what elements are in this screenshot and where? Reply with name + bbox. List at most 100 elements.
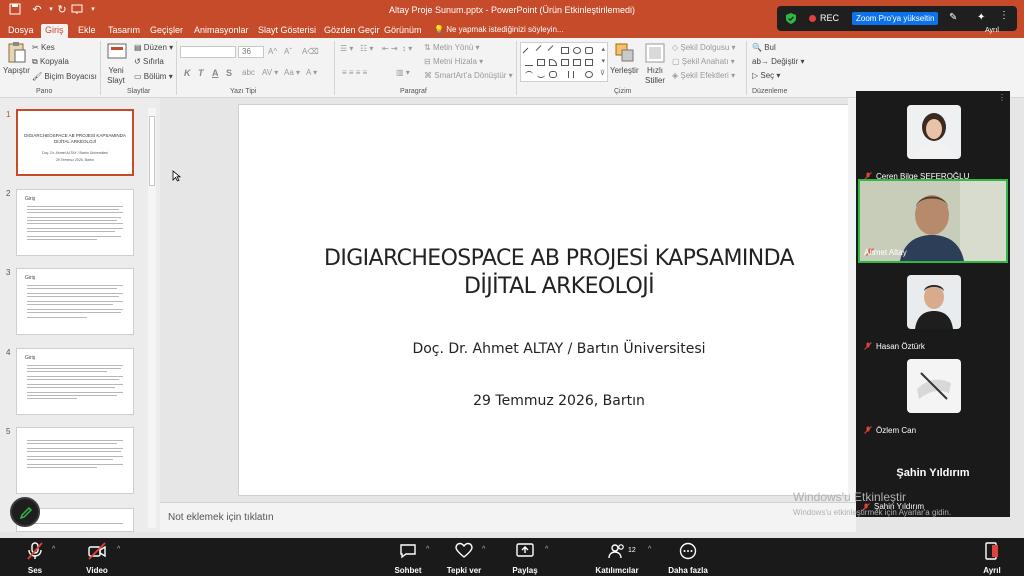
upgrade-button[interactable]: Zoom Pro'ya yükseltin bbox=[852, 12, 939, 25]
cut-button[interactable]: ✂ Kes bbox=[32, 43, 55, 52]
react-options-caret[interactable]: ^ bbox=[482, 546, 485, 553]
audio-options-caret[interactable]: ^ bbox=[52, 546, 55, 553]
format-painter-button[interactable]: 🖌 Biçim Boyacısı bbox=[32, 72, 97, 81]
align-buttons[interactable]: ≡ ≡ ≡ ≡ bbox=[342, 68, 367, 77]
video-button[interactable]: Video bbox=[80, 542, 114, 575]
char-spacing-button[interactable]: AV ▾ bbox=[262, 68, 278, 77]
participant-name: Özlem Can bbox=[876, 426, 917, 435]
layout-button[interactable]: ▤ Düzen ▾ bbox=[134, 43, 173, 52]
replace-button[interactable]: ab→ Değiştir ▾ bbox=[752, 57, 805, 66]
tab-review[interactable]: Gözden Geçir bbox=[320, 24, 384, 38]
quick-styles-icon[interactable] bbox=[644, 42, 666, 64]
more-button[interactable]: Daha fazla bbox=[666, 542, 710, 575]
font-name-input[interactable] bbox=[180, 46, 236, 58]
quick-styles-button[interactable]: Hızlı Stiller bbox=[644, 66, 666, 86]
arrange-icon[interactable] bbox=[614, 42, 636, 64]
italic-button[interactable]: T bbox=[198, 68, 204, 78]
shadow-button[interactable]: S bbox=[226, 68, 232, 78]
react-button[interactable]: Tepki ver bbox=[444, 542, 484, 575]
bold-button[interactable]: K bbox=[184, 68, 191, 78]
select-button[interactable]: ▷ Seç ▾ bbox=[752, 71, 780, 80]
text-direction-button[interactable]: ⇅ Metin Yönü ▾ bbox=[424, 43, 480, 52]
arrange-button[interactable]: Yerleştir bbox=[610, 66, 639, 75]
thumb-date: 29 Temmuz 2026, Bartın bbox=[55, 158, 95, 162]
participants-count-badge: 12 bbox=[628, 547, 636, 554]
participant-tile[interactable]: Ceren Bilge SEFEROĞLU bbox=[858, 101, 1008, 185]
shield-icon[interactable] bbox=[785, 12, 797, 27]
smartart-button[interactable]: ⌘ SmartArt'a Dönüştür ▾ bbox=[424, 71, 513, 80]
muted-mic-icon bbox=[27, 542, 43, 560]
leave-button[interactable]: Ayrıl bbox=[976, 542, 1008, 575]
paste-icon[interactable] bbox=[6, 41, 28, 63]
indent-buttons[interactable]: ⇤ ⇥ bbox=[382, 44, 398, 53]
bullets-button[interactable]: ☰ ▾ bbox=[340, 44, 353, 53]
thumbnail-scrollbar[interactable] bbox=[148, 108, 156, 528]
columns-button[interactable]: ▥ ▾ bbox=[396, 68, 410, 77]
font-color-button[interactable]: A ▾ bbox=[306, 68, 317, 77]
change-case-button[interactable]: Aa ▾ bbox=[284, 68, 300, 77]
slide-thumbnail-1[interactable]: DIGIARCHEOSPACE AB PROJESİ KAPSAMINDA Dİ… bbox=[16, 109, 134, 176]
scrollbar-thumb[interactable] bbox=[149, 116, 155, 186]
paste-button[interactable]: Yapıştır bbox=[3, 66, 30, 75]
shape-effects-button[interactable]: ◈ Şekil Efektleri ▾ bbox=[672, 71, 735, 80]
chat-options-caret[interactable]: ^ bbox=[426, 546, 429, 553]
find-button[interactable]: 🔍 Bul bbox=[752, 43, 776, 52]
section-button[interactable]: ▭ Bölüm ▾ bbox=[134, 72, 173, 81]
gallery-up-icon: ▴ bbox=[601, 46, 605, 53]
new-slide-button[interactable]: Yeni Slayt bbox=[107, 66, 125, 86]
thumb-heading: Giriş bbox=[25, 196, 36, 202]
tab-view[interactable]: Görünüm bbox=[380, 24, 426, 38]
decrease-font-button[interactable]: Aˇ bbox=[284, 47, 292, 56]
annotate-button[interactable] bbox=[10, 497, 40, 527]
sparkle-icon[interactable]: ✦ bbox=[977, 12, 985, 23]
clear-formatting-button[interactable]: A⌫ bbox=[302, 47, 319, 56]
tab-design[interactable]: Tasarım bbox=[104, 24, 144, 38]
audio-button[interactable]: Ses bbox=[18, 542, 52, 575]
tab-file[interactable]: Dosya bbox=[4, 24, 38, 38]
shape-fill-button[interactable]: ◇ Şekil Dolgusu ▾ bbox=[672, 43, 736, 52]
slide-date[interactable]: 29 Temmuz 2026, Bartın bbox=[239, 393, 879, 409]
participant-tile-active[interactable]: Ahmet Altay bbox=[858, 179, 1008, 263]
tell-me-search[interactable]: 💡 Ne yapmak istediğinizi söyleyin... bbox=[434, 25, 564, 34]
thumb-number: 2 bbox=[6, 189, 11, 198]
thumb-number: 3 bbox=[6, 268, 11, 277]
more-dots-icon[interactable]: ⋮ bbox=[999, 10, 1009, 21]
tab-home[interactable]: Giriş bbox=[41, 24, 68, 38]
shape-outline-button[interactable]: ▢ Şekil Anahatı ▾ bbox=[672, 57, 735, 66]
slide-title[interactable]: DIGIARCHEOSPACE AB PROJESİ KAPSAMINDA Dİ… bbox=[239, 245, 879, 301]
editor-scrollbar[interactable] bbox=[848, 98, 856, 502]
video-options-caret[interactable]: ^ bbox=[117, 546, 120, 553]
leave-label-top[interactable]: Ayrıl bbox=[985, 27, 999, 34]
slide-author[interactable]: Doç. Dr. Ahmet ALTAY / Bartın Üniversite… bbox=[239, 341, 879, 357]
align-text-button[interactable]: ⊟ Metni Hizala ▾ bbox=[424, 57, 483, 66]
avatar bbox=[907, 359, 961, 413]
slides-group-label: Slaytlar bbox=[127, 88, 151, 95]
tab-transitions[interactable]: Geçişler bbox=[146, 24, 187, 38]
share-button[interactable]: Paylaş bbox=[506, 542, 544, 575]
slide-thumbnail-4[interactable]: Giriş bbox=[16, 348, 134, 415]
chat-button[interactable]: Sohbet bbox=[390, 542, 426, 575]
slide-thumbnail-2[interactable]: Giriş bbox=[16, 189, 134, 256]
slide-thumbnail-5[interactable] bbox=[16, 427, 134, 494]
shapes-gallery[interactable]: ▴ ▾ ⊽ bbox=[520, 42, 608, 82]
reset-button[interactable]: ↺ Sıfırla bbox=[134, 57, 164, 66]
tab-slideshow[interactable]: Slayt Gösterisi bbox=[254, 24, 320, 38]
underline-button[interactable]: A bbox=[212, 68, 219, 78]
participant-tile[interactable]: Hasan Öztürk bbox=[858, 271, 1008, 355]
font-size-input[interactable]: 36 bbox=[238, 46, 264, 58]
participant-tile[interactable]: Özlem Can bbox=[858, 355, 1008, 439]
share-options-caret[interactable]: ^ bbox=[545, 546, 548, 553]
new-slide-icon[interactable] bbox=[106, 41, 128, 63]
line-spacing-button[interactable]: ↕ ▾ bbox=[402, 44, 412, 53]
annotate-tool-icon[interactable]: ✎ bbox=[949, 12, 957, 23]
slide-thumbnail-3[interactable]: Giriş bbox=[16, 268, 134, 335]
current-slide[interactable]: DIGIARCHEOSPACE AB PROJESİ KAPSAMINDA Dİ… bbox=[238, 104, 878, 496]
numbering-button[interactable]: ☷ ▾ bbox=[360, 44, 373, 53]
tab-animations[interactable]: Animasyonlar bbox=[190, 24, 253, 38]
increase-font-button[interactable]: A^ bbox=[268, 47, 277, 56]
tab-insert[interactable]: Ekle bbox=[74, 24, 100, 38]
strikethrough-button[interactable]: abc bbox=[242, 68, 255, 77]
notes-pane[interactable]: Not eklemek için tıklatın bbox=[160, 502, 856, 532]
participants-options-caret[interactable]: ^ bbox=[648, 546, 651, 553]
copy-button[interactable]: ⧉ Kopyala bbox=[32, 57, 69, 67]
